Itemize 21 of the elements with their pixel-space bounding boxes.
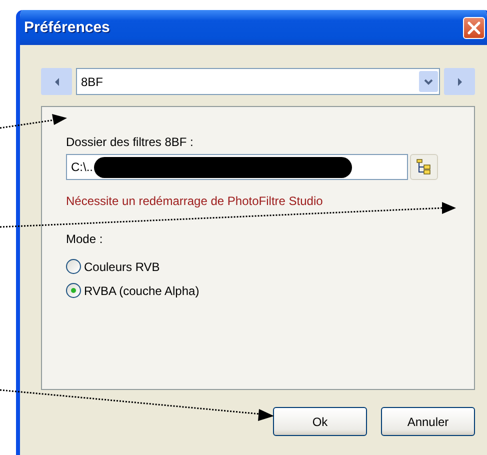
mode-label: Mode : bbox=[66, 232, 104, 246]
radio-label: Couleurs RVB bbox=[84, 260, 160, 274]
close-button[interactable] bbox=[463, 16, 485, 38]
chevron-down-icon bbox=[424, 78, 433, 84]
folder-label: Dossier des filtres 8BF : bbox=[66, 135, 194, 149]
browse-button[interactable] bbox=[410, 154, 438, 180]
radio-button[interactable] bbox=[66, 259, 81, 274]
ok-button[interactable]: Ok bbox=[273, 407, 367, 436]
folder-tree-icon bbox=[416, 159, 432, 175]
window-title: Préférences bbox=[24, 19, 110, 36]
folder-path-field[interactable]: C:\.. bbox=[66, 154, 408, 180]
category-dropdown[interactable]: 8BF bbox=[76, 68, 440, 95]
restart-notice: Nécessite un redémarrage de PhotoFiltre Studio bbox=[66, 194, 324, 208]
right-arrow-icon bbox=[456, 78, 462, 86]
annotation-arrow bbox=[0, 114, 67, 129]
radio-button[interactable] bbox=[66, 283, 81, 298]
close-icon bbox=[467, 20, 481, 34]
dropdown-button[interactable] bbox=[419, 71, 438, 92]
cancel-button[interactable]: Annuler bbox=[381, 407, 475, 436]
left-arrow-icon bbox=[54, 78, 60, 86]
radio-label: RVBA (couche Alpha) bbox=[84, 284, 200, 298]
